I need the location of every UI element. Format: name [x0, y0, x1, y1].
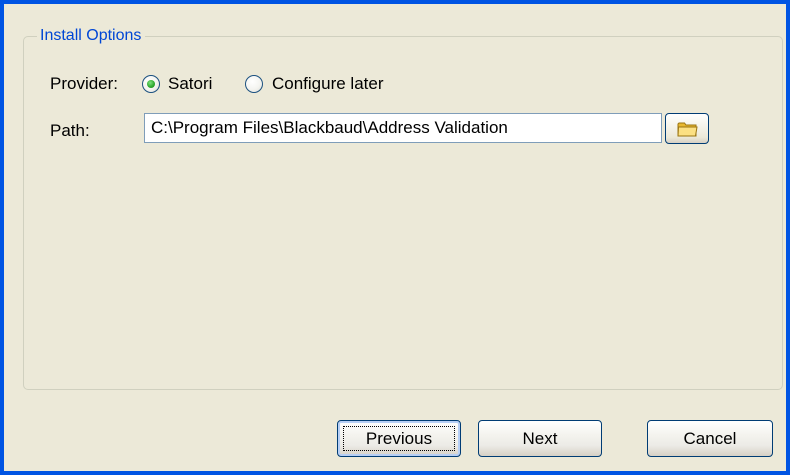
radio-satori-label[interactable]: Satori — [168, 74, 212, 94]
cancel-button-label: Cancel — [683, 429, 737, 448]
provider-label: Provider: — [50, 74, 119, 93]
cancel-button[interactable]: Cancel — [647, 420, 773, 457]
next-button-label: Next — [522, 429, 558, 448]
install-options-group — [23, 36, 783, 390]
install-options-dialog: Install Options Provider: Satori Configu… — [0, 0, 790, 475]
browse-button[interactable] — [665, 113, 709, 144]
radio-configure-later[interactable] — [245, 75, 263, 93]
next-button[interactable]: Next — [478, 420, 602, 457]
group-title: Install Options — [37, 26, 146, 46]
path-input[interactable] — [144, 113, 662, 143]
previous-button[interactable]: Previous — [337, 420, 461, 457]
radio-satori[interactable] — [142, 75, 160, 93]
radio-configure-later-label[interactable]: Configure later — [272, 74, 384, 94]
folder-icon — [677, 122, 698, 137]
previous-button-label: Previous — [365, 429, 433, 448]
path-label: Path: — [50, 121, 90, 140]
